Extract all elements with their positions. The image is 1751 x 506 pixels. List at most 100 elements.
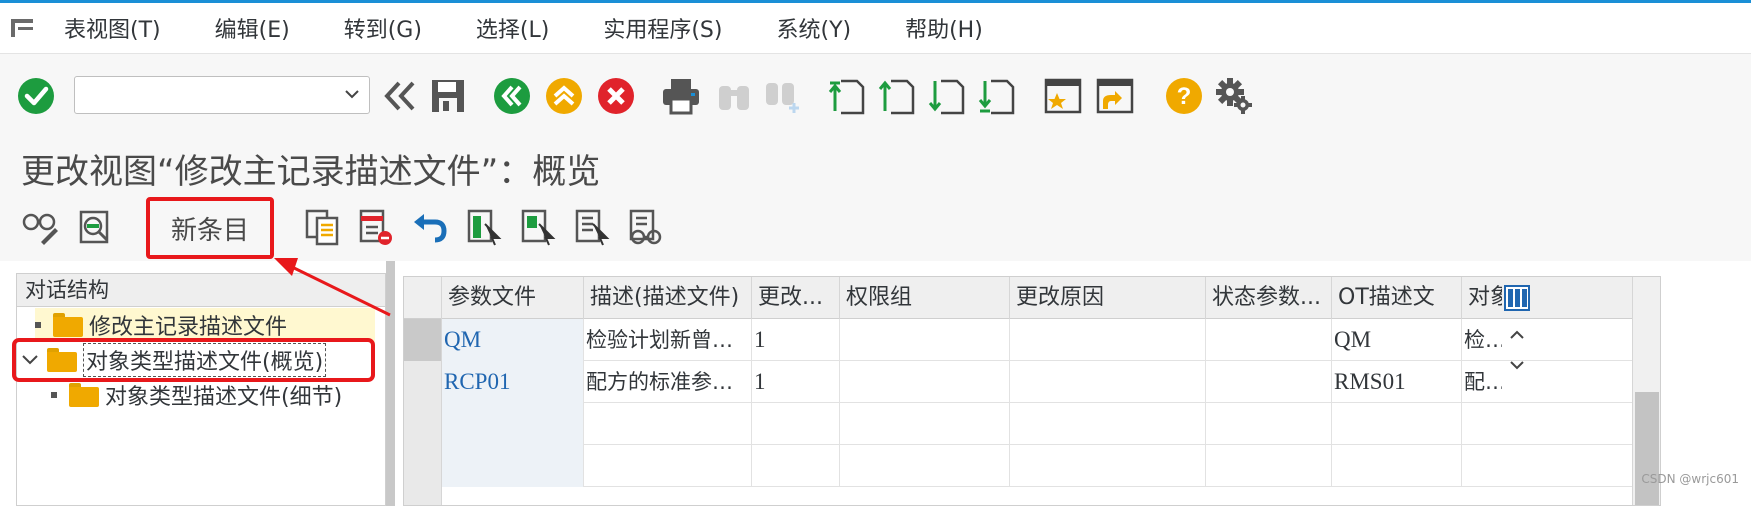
folder-icon [47,348,77,372]
back-icon[interactable] [492,76,532,116]
print-field-list-icon[interactable] [626,207,666,247]
row-selector[interactable] [404,445,442,487]
select-block-icon[interactable] [518,207,558,247]
table-cell[interactable] [1010,403,1206,445]
table-cell[interactable] [1010,361,1206,403]
shortcut-icon[interactable] [1094,76,1136,116]
table-cell[interactable]: 配方 [1462,361,1502,403]
chevron-down-icon[interactable] [19,349,41,371]
column-header-description[interactable]: 描述(描述文件) [584,277,752,319]
table-cell[interactable] [1332,445,1462,487]
table-cell[interactable] [1206,445,1332,487]
row-selector-header[interactable] [404,277,442,319]
column-header-change[interactable]: 更改... [752,277,840,319]
next-page-icon[interactable] [926,76,966,116]
table-row[interactable]: RCP01 配方的标准参数… 1 RMS01 配方 [404,361,1660,403]
column-header-object[interactable]: 对象 [1462,277,1502,319]
scroll-up-icon[interactable] [1502,321,1532,349]
table-cell[interactable]: RMS01 [1332,361,1462,403]
table-cell[interactable] [1206,319,1332,361]
tree-item-label: 修改主记录描述文件 [89,315,288,340]
row-selector[interactable] [404,319,442,361]
table-cell[interactable] [1010,445,1206,487]
display-change-icon[interactable] [20,207,60,247]
table-row-empty[interactable] [404,487,1660,505]
row-selector[interactable] [404,403,442,445]
back-double-icon[interactable] [380,76,420,116]
previous-page-icon[interactable] [876,76,916,116]
new-entries-button[interactable]: 新条目 [146,197,274,259]
table-cell[interactable]: 检验 [1462,319,1502,361]
menu-item-system[interactable]: 系统(Y) [776,12,851,44]
table-cell[interactable] [1206,361,1332,403]
table-cell[interactable]: QM [442,319,584,361]
table-cell[interactable] [752,403,840,445]
table-cell[interactable] [442,445,584,487]
row-selector[interactable] [404,361,442,403]
column-header-ot-description[interactable]: OT描述文 [1332,277,1462,319]
table-cell[interactable] [1332,403,1462,445]
menu-item-table-view[interactable]: 表视图(T) [64,12,161,44]
table-settings-icon[interactable] [1502,283,1532,313]
table-cell[interactable] [752,445,840,487]
table-cell[interactable]: QM [1332,319,1462,361]
undo-icon[interactable] [410,207,450,247]
column-header-change-reason[interactable]: 更改原因 [1010,277,1206,319]
select-all-icon[interactable] [464,207,504,247]
table-cell[interactable] [840,361,1010,403]
table-cell[interactable] [840,403,1010,445]
page-title: 更改视图“修改主记录描述文件”：概览 [21,152,601,192]
settings-icon[interactable] [1214,76,1254,116]
scrollbar-thumb[interactable] [1635,392,1659,505]
exit-icon[interactable] [544,76,584,116]
help-icon[interactable]: ? [1164,76,1204,116]
command-input[interactable] [81,82,321,108]
delete-icon[interactable] [356,207,396,247]
tree-item-object-type-profile-detail[interactable]: 对象类型描述文件(细节) [51,378,342,412]
field-display-icon[interactable] [74,207,114,247]
menu-icon[interactable] [0,3,44,54]
create-session-icon[interactable] [1042,76,1084,116]
table-cell[interactable] [840,319,1010,361]
menu-item-help[interactable]: 帮助(H) [905,12,983,44]
table-cell[interactable] [1206,403,1332,445]
column-header-auth-group[interactable]: 权限组 [840,277,1010,319]
menu-bar: 表视图(T) 编辑(E) 转到(G) 选择(L) 实用程序(S) 系统(Y) 帮… [0,3,1751,54]
table-cell[interactable] [1010,319,1206,361]
table-row-empty[interactable] [404,403,1660,445]
command-field[interactable] [74,76,370,114]
table-cell[interactable] [584,403,752,445]
tree-item-label: 对象类型描述文件(细节) [105,385,343,410]
enter-icon[interactable] [16,76,56,116]
menu-item-selection[interactable]: 选择(L) [476,12,549,44]
table-cell[interactable] [584,445,752,487]
scroll-down-icon[interactable] [1502,351,1532,379]
chevron-down-icon[interactable] [343,85,361,103]
print-icon[interactable] [660,76,702,116]
tree-item-object-type-profile-overview[interactable]: 对象类型描述文件(概览) [19,343,327,377]
table-cell[interactable]: RCP01 [442,361,584,403]
cancel-icon[interactable] [596,76,636,116]
table-cell[interactable]: 1 [752,361,840,403]
tree-item-modify-master-record-profile[interactable]: 修改主记录描述文件 [35,308,375,342]
table-row-empty[interactable] [404,445,1660,487]
table-cell[interactable]: 检验计划新曾升… [584,319,752,361]
table-cell[interactable] [840,445,1010,487]
panel-splitter[interactable] [386,261,395,506]
menu-item-utilities[interactable]: 实用程序(S) [603,12,722,44]
column-header-parameter-profile[interactable]: 参数文件 [442,277,584,319]
deselect-all-icon[interactable] [572,207,612,247]
table-cell[interactable]: 配方的标准参数… [584,361,752,403]
table-row[interactable]: QM 检验计划新曾升… 1 QM 检验 [404,319,1660,361]
last-page-icon[interactable] [976,76,1016,116]
first-page-icon[interactable] [826,76,866,116]
menu-item-edit[interactable]: 编辑(E) [215,12,290,44]
row-selector[interactable] [404,487,442,505]
menu-item-goto[interactable]: 转到(G) [344,12,422,44]
column-header-status-param[interactable]: 状态参数... [1206,277,1332,319]
save-icon[interactable] [428,76,468,116]
copy-as-icon[interactable] [302,207,342,247]
table-cell[interactable] [442,403,584,445]
table-control: 参数文件 描述(描述文件) 更改... 权限组 更改原因 状态参数... OT描… [403,276,1661,506]
table-cell[interactable]: 1 [752,319,840,361]
